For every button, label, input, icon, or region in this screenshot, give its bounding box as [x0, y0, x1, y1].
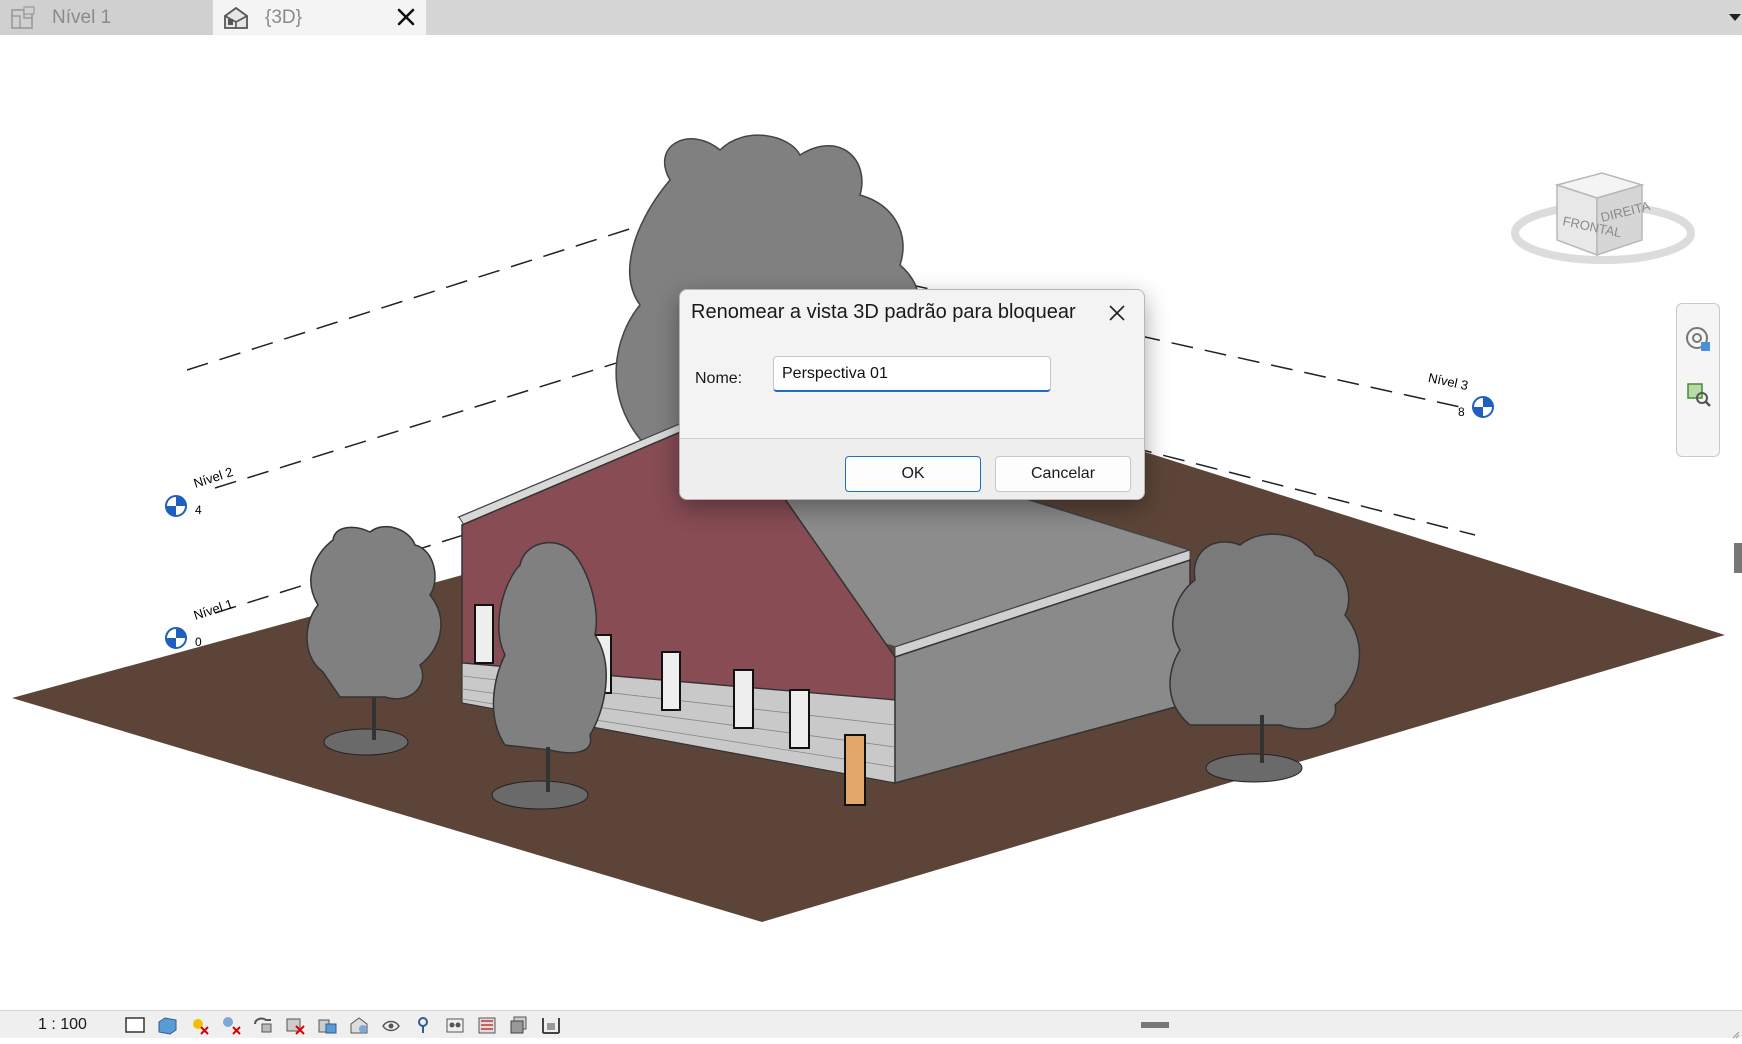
dialog-title: Renomear a vista 3D padrão para bloquear — [691, 301, 1076, 323]
level-head-3 — [1472, 396, 1494, 418]
viewcube[interactable]: FRONTAL DIREITA — [1510, 140, 1695, 270]
tree-shadow-right — [1205, 753, 1303, 783]
dialog-body: Nome: — [680, 339, 1144, 428]
analytical-model-icon[interactable] — [412, 1014, 434, 1036]
ok-button[interactable]: OK — [845, 456, 981, 492]
visual-style-icon[interactable] — [156, 1014, 178, 1036]
unlocked-3d-view-icon[interactable] — [316, 1014, 338, 1036]
floor-plan-icon — [8, 4, 38, 32]
temporary-hide-icon[interactable] — [348, 1014, 370, 1036]
vertical-scrollbar-thumb[interactable] — [1734, 543, 1742, 573]
model-scene — [12, 134, 1725, 922]
tree-right — [1169, 533, 1361, 730]
reveal-hidden-icon[interactable] — [380, 1014, 402, 1036]
rename-view-dialog: Renomear a vista 3D padrão para bloquear… — [679, 289, 1145, 500]
3d-house-icon — [221, 4, 251, 32]
horizontal-scroll-handle[interactable] — [1141, 1022, 1169, 1028]
hidden-elements-icon[interactable] — [540, 1014, 562, 1036]
dialog-footer: OK Cancelar — [680, 439, 1144, 499]
crop-view-icon[interactable] — [252, 1014, 274, 1036]
worksharing-icon[interactable] — [508, 1014, 530, 1036]
zoom-region-icon[interactable] — [1683, 379, 1713, 409]
close-tab-icon[interactable] — [392, 3, 420, 31]
name-input[interactable] — [773, 356, 1051, 392]
tree-shadow-middle — [491, 780, 589, 810]
temporary-view-properties-icon[interactable] — [476, 1014, 498, 1036]
door — [844, 734, 866, 806]
view-control-bar: 1 : 100 — [0, 1010, 1742, 1039]
steering-wheel-icon[interactable] — [1683, 324, 1713, 354]
name-label: Nome: — [695, 370, 743, 387]
view-tab-bar: Nível 1 {3D} — [0, 0, 1742, 35]
level-head-2 — [165, 495, 187, 517]
highlight-displacement-icon[interactable] — [444, 1014, 466, 1036]
tab-label: {3D} — [265, 6, 302, 28]
tab-label: Nível 1 — [52, 6, 112, 28]
cancel-button[interactable]: Cancelar — [995, 456, 1131, 492]
level-elevation-2: 4 — [195, 503, 202, 517]
resize-grip-icon[interactable] — [1730, 1026, 1740, 1039]
3d-viewport[interactable]: Nível 3 8 Nível 2 4 Nível 1 0 FRONTAL DI… — [0, 35, 1742, 1010]
level-head-1 — [165, 627, 187, 649]
level-elevation-1: 0 — [195, 635, 202, 649]
shadows-icon[interactable] — [220, 1014, 242, 1036]
tab-nivel-1[interactable]: Nível 1 — [0, 0, 212, 35]
navigation-bar — [1676, 303, 1720, 457]
tab-list-dropdown-icon[interactable] — [1728, 10, 1742, 24]
view-scale[interactable]: 1 : 100 — [38, 1016, 87, 1034]
sun-path-icon[interactable] — [188, 1014, 210, 1036]
detail-level-icon[interactable] — [124, 1014, 146, 1036]
tab-3d[interactable]: {3D} — [213, 0, 426, 35]
level-elevation-3: 8 — [1458, 405, 1465, 419]
tree-left — [306, 526, 442, 700]
dialog-close-icon[interactable] — [1104, 300, 1130, 326]
tree-shadow-left — [323, 728, 409, 756]
show-crop-icon[interactable] — [284, 1014, 306, 1036]
view-control-icons — [124, 1014, 572, 1036]
